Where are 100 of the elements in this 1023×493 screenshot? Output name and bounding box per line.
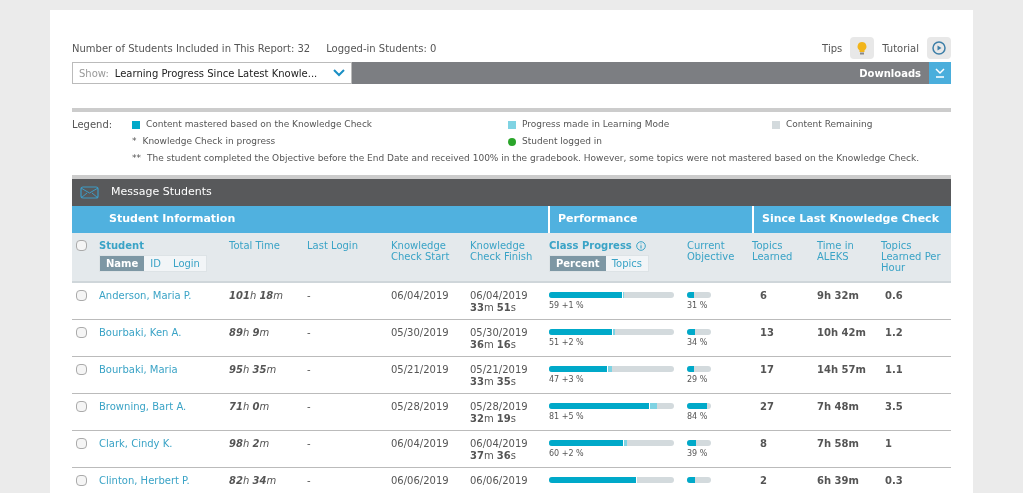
check-start-date: 06/06/2019 xyxy=(391,475,450,488)
select-all-checkbox[interactable] xyxy=(76,240,87,251)
column-header[interactable]: Total Time xyxy=(229,240,307,281)
time-in-aleks: 7h 48m xyxy=(817,401,860,414)
objective-label: 84 % xyxy=(687,411,708,423)
topics-learned: 13 xyxy=(759,327,775,340)
check-duration: 36m 16s xyxy=(470,339,516,351)
column-header[interactable]: Student xyxy=(99,240,144,251)
download-icon[interactable] xyxy=(929,62,951,84)
check-duration: 33m 35s xyxy=(470,376,516,388)
time-in-aleks: 7h 58m xyxy=(817,438,860,451)
last-login: - xyxy=(307,327,312,340)
student-name-link[interactable]: Bourbaki, Ken A. xyxy=(99,327,229,356)
view-toggle-tab[interactable]: Login xyxy=(167,256,206,271)
total-time: 101h 18m xyxy=(229,290,285,303)
topics-per-hour: 0.3 xyxy=(884,475,904,488)
lightbulb-icon[interactable] xyxy=(850,37,875,59)
play-icon[interactable] xyxy=(927,37,951,59)
topics-learned: 8 xyxy=(759,438,768,451)
total-time: 98h 2m xyxy=(229,438,271,451)
student-name-link[interactable]: Clark, Cindy K. xyxy=(99,438,229,467)
column-header[interactable]: Last Login xyxy=(307,240,391,281)
objective-label: 39 % xyxy=(687,448,708,460)
check-duration: 32m 19s xyxy=(470,413,516,425)
topics-learned: 2 xyxy=(759,475,768,488)
view-toggle-tab[interactable]: Percent xyxy=(550,256,606,271)
time-in-aleks: 14h 57m xyxy=(817,364,867,377)
row-checkbox[interactable] xyxy=(76,438,87,449)
legend-text: Content Remaining xyxy=(786,117,873,131)
topics-learned: 17 xyxy=(759,364,775,377)
topics-per-hour: 1 xyxy=(884,438,893,451)
legend-title: Legend: xyxy=(72,118,114,132)
row-checkbox[interactable] xyxy=(76,401,87,412)
student-name-link[interactable]: Anderson, Maria P. xyxy=(99,290,229,319)
topics-per-hour: 3.5 xyxy=(884,401,904,414)
progress-label: 59 +1 % xyxy=(549,300,584,312)
objective-bar xyxy=(687,329,711,335)
info-icon[interactable] xyxy=(635,240,646,251)
check-start-date: 05/21/2019 xyxy=(391,364,450,377)
check-finish-date: 05/30/2019 xyxy=(470,327,528,339)
students-count: Number of Students Included in This Report: 32 xyxy=(72,41,311,56)
row-checkbox[interactable] xyxy=(76,290,87,301)
progress-label: 60 +2 % xyxy=(549,448,584,460)
column-header[interactable]: Topics Learned Per Hour xyxy=(881,240,951,281)
objective-label: 34 % xyxy=(687,337,708,349)
downloads-button[interactable]: Downloads xyxy=(851,62,929,84)
total-time: 82h 34m xyxy=(229,475,278,488)
objective-label: 31 % xyxy=(687,300,708,312)
topics-learned: 6 xyxy=(759,290,768,303)
column-header[interactable]: Class Progress xyxy=(549,240,632,251)
objective-bar xyxy=(687,292,711,298)
check-finish-date: 06/06/2019 xyxy=(470,475,528,487)
objective-bar xyxy=(687,403,711,409)
last-login: - xyxy=(307,438,312,451)
check-start-date: 06/04/2019 xyxy=(391,290,450,303)
objective-bar xyxy=(687,440,711,446)
total-time: 71h 0m xyxy=(229,401,271,414)
check-finish-date: 05/28/2019 xyxy=(470,401,528,413)
check-duration: 33m 51s xyxy=(470,302,516,314)
show-dropdown[interactable]: Show: Learning Progress Since Latest Knowle... xyxy=(72,62,352,84)
legend-text: The student completed the Objective before the End Date and received 100% in the gradebook. However, some topics were not mastered based on the Knowledge Check. xyxy=(147,151,920,165)
check-duration: 37m 36s xyxy=(470,450,516,462)
time-in-aleks: 9h 32m xyxy=(817,290,860,303)
total-time: 95h 35m xyxy=(229,364,278,377)
last-login: - xyxy=(307,401,312,414)
last-login: - xyxy=(307,290,312,303)
message-students-bar[interactable]: Message Students xyxy=(72,175,951,206)
progress-label: 47 +3 % xyxy=(549,374,584,386)
legend-symbol: ** xyxy=(132,151,141,165)
view-toggle-tab[interactable]: Topics xyxy=(605,256,649,271)
legend-text: Student logged in xyxy=(522,135,603,148)
check-finish-date: 06/04/2019 xyxy=(470,290,528,302)
tips-label: Tips xyxy=(822,41,843,56)
section-header: Student Information xyxy=(108,211,237,228)
column-header[interactable]: Knowledge Check Start xyxy=(391,240,470,281)
student-name-link[interactable]: Bourbaki, Maria xyxy=(99,364,229,393)
column-header[interactable]: Topics Learned xyxy=(752,240,817,281)
row-checkbox[interactable] xyxy=(76,364,87,375)
student-name-link[interactable]: Browning, Bart A. xyxy=(99,401,229,430)
last-login: - xyxy=(307,475,312,488)
topics-per-hour: 1.2 xyxy=(884,327,904,340)
view-toggle-tab[interactable]: Name xyxy=(100,256,145,271)
column-header[interactable]: Knowledge Check Finish xyxy=(470,240,549,281)
time-in-aleks: 10h 42m xyxy=(817,327,867,340)
row-checkbox[interactable] xyxy=(76,475,87,486)
objective-bar xyxy=(687,366,711,372)
check-start-date: 05/30/2019 xyxy=(391,327,450,340)
column-header[interactable]: Current Objective xyxy=(687,240,752,281)
objective-bar xyxy=(687,477,711,483)
topics-per-hour: 0.6 xyxy=(884,290,904,303)
student-name-link[interactable]: Clinton, Herbert P. xyxy=(99,475,229,493)
topics-per-hour: 1.1 xyxy=(884,364,904,377)
check-start-date: 05/28/2019 xyxy=(391,401,450,414)
legend-text: Progress made in Learning Mode xyxy=(522,117,670,131)
row-checkbox[interactable] xyxy=(76,327,87,338)
check-start-date: 06/04/2019 xyxy=(391,438,450,451)
envelope-icon xyxy=(80,186,99,199)
view-toggle-tab[interactable]: ID xyxy=(144,256,167,271)
time-in-aleks: 6h 39m xyxy=(817,475,860,488)
column-header[interactable]: Time in ALEKS xyxy=(817,240,881,281)
